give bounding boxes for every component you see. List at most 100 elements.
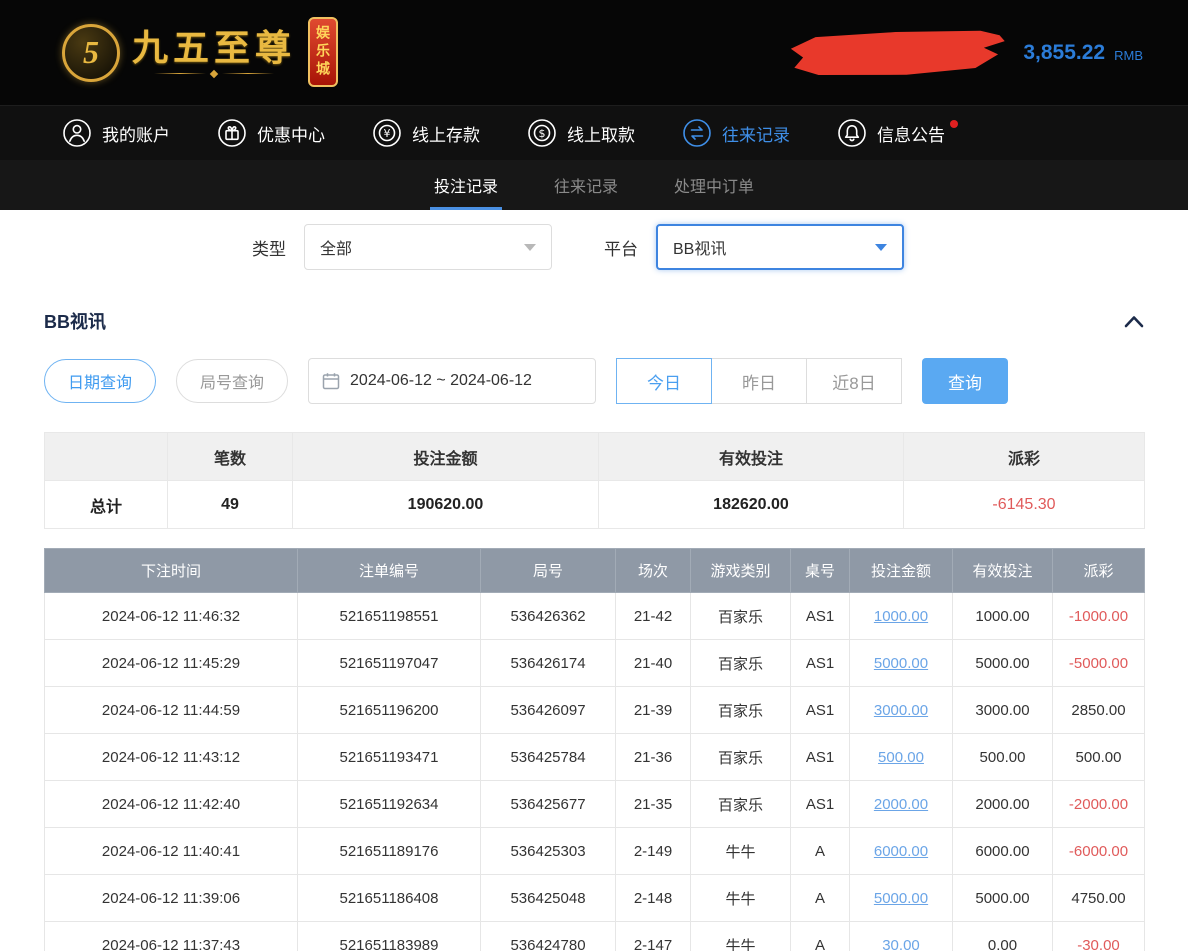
cell-game-type: 牛牛 — [691, 875, 791, 922]
cell-session: 21-39 — [616, 687, 691, 734]
bet-amount-link[interactable]: 30.00 — [882, 937, 920, 951]
chevron-up-icon — [1124, 315, 1144, 328]
cell-table-no: AS1 — [791, 593, 850, 640]
cell-valid-bet: 2000.00 — [953, 781, 1053, 828]
table-row: 2024-06-12 11:40:41521651189176536425303… — [45, 828, 1145, 875]
tab-processing-orders[interactable]: 处理中订单 — [670, 160, 758, 210]
filter-bar: 类型 全部 平台 BB视讯 — [0, 210, 1188, 284]
cell-payout: -6000.00 — [1053, 828, 1145, 875]
range-button-today[interactable]: 今日 — [616, 358, 712, 404]
nav-item-label: 往来记录 — [722, 121, 790, 146]
cell-table-no: AS1 — [791, 781, 850, 828]
collapse-section-button[interactable] — [1124, 315, 1144, 328]
cell-bet-id: 521651196200 — [298, 687, 481, 734]
nav-item-records[interactable]: 往来记录 — [682, 118, 790, 148]
cell-table-no: AS1 — [791, 687, 850, 734]
date-query-button[interactable]: 日期查询 — [44, 359, 156, 403]
bet-amount-link[interactable]: 1000.00 — [874, 608, 928, 625]
cell-payout: 4750.00 — [1053, 875, 1145, 922]
bell-icon — [837, 118, 867, 148]
cell-round: 536426362 — [481, 593, 616, 640]
table-row: 2024-06-12 11:45:29521651197047536426174… — [45, 640, 1145, 687]
summary-cell-valid_bet: 182620.00 — [599, 481, 904, 529]
user-icon — [62, 118, 92, 148]
nav-item-announcements[interactable]: 信息公告 — [837, 118, 945, 148]
cell-payout: -30.00 — [1053, 922, 1145, 951]
nav-item-promotions[interactable]: 优惠中心 — [217, 118, 325, 148]
cell-session: 21-36 — [616, 734, 691, 781]
table-row: 2024-06-12 11:37:43521651183989536424780… — [45, 922, 1145, 951]
date-range-value: 2024-06-12 ~ 2024-06-12 — [350, 372, 532, 390]
cell-game-type: 百家乐 — [691, 640, 791, 687]
nav-item-account[interactable]: 我的账户 — [62, 118, 170, 148]
summary-header-cell: 笔数 — [168, 433, 293, 481]
range-button-last-8-days[interactable]: 近8日 — [806, 358, 902, 404]
bet-amount-link[interactable]: 3000.00 — [874, 702, 928, 719]
bet-amount-link[interactable]: 500.00 — [878, 749, 924, 766]
cell-payout: 2850.00 — [1053, 687, 1145, 734]
nav-item-deposit[interactable]: ¥线上存款 — [372, 118, 480, 148]
nav-item-label: 优惠中心 — [257, 121, 325, 146]
cell-bet-amount: 30.00 — [850, 922, 953, 951]
cell-round: 536424780 — [481, 922, 616, 951]
column-header: 下注时间 — [45, 549, 298, 593]
bet-amount-link[interactable]: 5000.00 — [874, 890, 928, 907]
transfer-records-icon — [682, 118, 712, 148]
cell-bet-amount: 6000.00 — [850, 828, 953, 875]
cell-game-type: 百家乐 — [691, 687, 791, 734]
bet-records-table: 下注时间注单编号局号场次游戏类别桌号投注金额有效投注派彩 2024-06-12 … — [44, 548, 1145, 951]
gift-icon — [217, 118, 247, 148]
table-row: 2024-06-12 11:46:32521651198551536426362… — [45, 593, 1145, 640]
page: 5 九五至尊 娱乐城 3,855.22 RMB 我的账户优惠中心¥线上存款$线上… — [0, 0, 1188, 951]
cell-table-no: A — [791, 875, 850, 922]
cell-bet-id: 521651197047 — [298, 640, 481, 687]
cell-valid-bet: 500.00 — [953, 734, 1053, 781]
logo-emblem-icon: 5 — [62, 24, 120, 82]
bet-amount-link[interactable]: 6000.00 — [874, 843, 928, 860]
deposit-coin-icon: ¥ — [372, 118, 402, 148]
cell-game-type: 百家乐 — [691, 593, 791, 640]
username-redaction — [786, 26, 1009, 80]
cell-bet-amount: 1000.00 — [850, 593, 953, 640]
column-header: 派彩 — [1053, 549, 1145, 593]
cell-game-type: 百家乐 — [691, 734, 791, 781]
logo-text: 九五至尊 — [132, 28, 296, 77]
table-row: 2024-06-12 11:39:06521651186408536425048… — [45, 875, 1145, 922]
range-button-yesterday[interactable]: 昨日 — [711, 358, 807, 404]
platform-select[interactable]: BB视讯 — [656, 224, 904, 270]
table-row: 2024-06-12 11:43:12521651193471536425784… — [45, 734, 1145, 781]
cell-bet-id: 521651186408 — [298, 875, 481, 922]
column-header: 场次 — [616, 549, 691, 593]
bet-amount-link[interactable]: 5000.00 — [874, 655, 928, 672]
column-header: 游戏类别 — [691, 549, 791, 593]
cell-time: 2024-06-12 11:43:12 — [45, 734, 298, 781]
cell-time: 2024-06-12 11:46:32 — [45, 593, 298, 640]
cell-bet-amount: 2000.00 — [850, 781, 953, 828]
summary-header-row: 笔数投注金额有效投注派彩 — [45, 433, 1145, 481]
bet-amount-link[interactable]: 2000.00 — [874, 796, 928, 813]
search-button[interactable]: 查询 — [922, 358, 1008, 404]
type-select[interactable]: 全部 — [304, 224, 552, 270]
cell-bet-amount: 5000.00 — [850, 640, 953, 687]
cell-bet-amount: 3000.00 — [850, 687, 953, 734]
column-header: 注单编号 — [298, 549, 481, 593]
summary-cell-count: 49 — [168, 481, 293, 529]
cell-bet-id: 521651198551 — [298, 593, 481, 640]
section-head: BB视讯 — [0, 284, 1188, 342]
cell-round: 536426097 — [481, 687, 616, 734]
nav-item-withdraw[interactable]: $线上取款 — [527, 118, 635, 148]
cell-valid-bet: 5000.00 — [953, 640, 1053, 687]
cell-round: 536425303 — [481, 828, 616, 875]
cell-game-type: 百家乐 — [691, 781, 791, 828]
table-row: 2024-06-12 11:44:59521651196200536426097… — [45, 687, 1145, 734]
round-query-button[interactable]: 局号查询 — [176, 359, 288, 403]
date-range-input[interactable]: 2024-06-12 ~ 2024-06-12 — [308, 358, 596, 404]
tab-transaction-records[interactable]: 往来记录 — [550, 160, 622, 210]
logo[interactable]: 5 九五至尊 娱乐城 — [62, 19, 338, 87]
column-header: 桌号 — [791, 549, 850, 593]
cell-valid-bet: 3000.00 — [953, 687, 1053, 734]
cell-round: 536425784 — [481, 734, 616, 781]
logo-flourish — [154, 71, 274, 77]
summary-cell-payout: -6145.30 — [904, 481, 1145, 529]
tab-bet-records[interactable]: 投注记录 — [430, 160, 502, 210]
